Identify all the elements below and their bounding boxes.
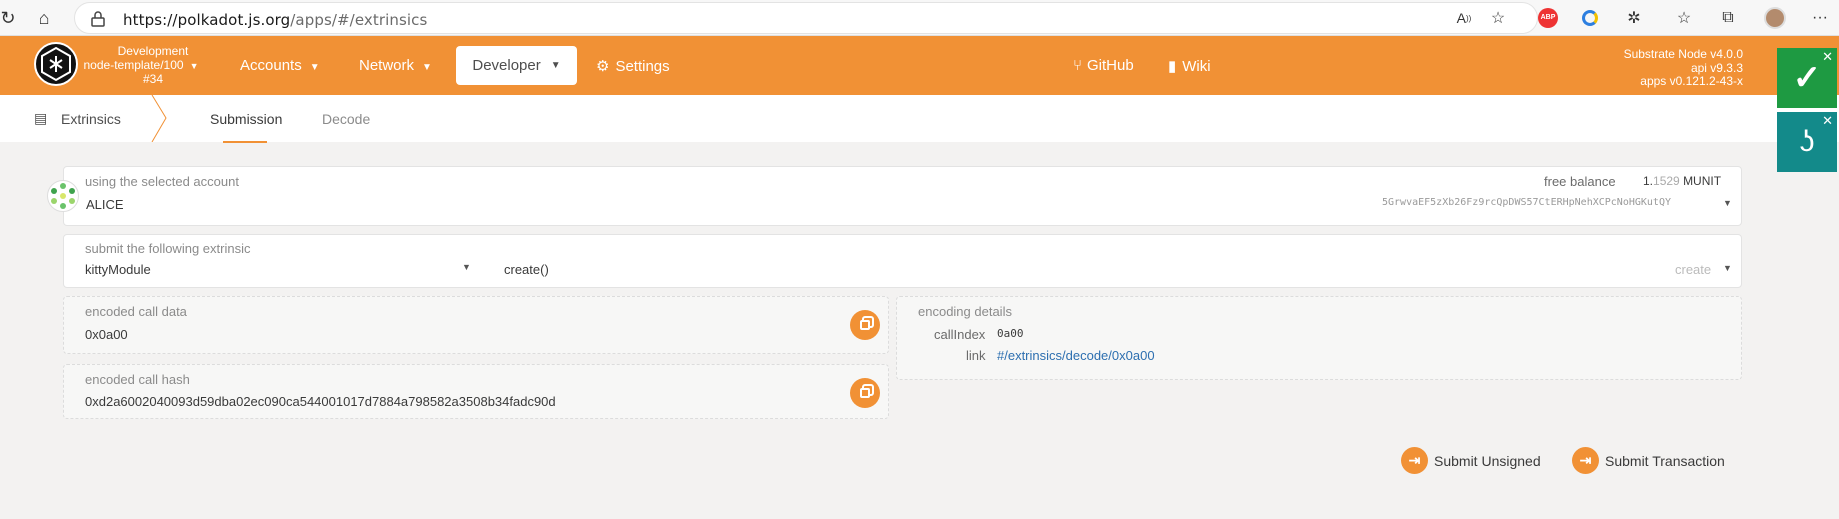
call-hash-label: encoded call hash (85, 372, 190, 387)
balance-unit: MUNIT (1683, 174, 1722, 188)
caret-down-icon: ▼ (1723, 198, 1732, 208)
version-node: Substrate Node v4.0.0 (1623, 47, 1743, 61)
balance-dec: 1529 (1653, 174, 1680, 188)
caret-down-icon: ▼ (309, 62, 320, 73)
nav-network-label: Network (359, 57, 415, 74)
method-name: create (1675, 262, 1712, 277)
account-identicon (47, 180, 79, 212)
version-apps: apps v0.121.2-43-x (1640, 74, 1743, 88)
refresh-icon[interactable]: ↻ (0, 4, 22, 32)
submit-unsigned-label: Submit Unsigned (1434, 452, 1541, 469)
breadcrumb-chevron (151, 95, 167, 142)
extrinsic-label: submit the following extrinsic (85, 241, 251, 256)
submit-transaction-label: Submit Transaction (1605, 452, 1725, 469)
call-index-value: 0a00 (997, 327, 1024, 340)
sub-navigation: ▤ Extrinsics Submission Decode (0, 95, 1839, 142)
nav-settings[interactable]: ⚙ Settings (596, 57, 670, 75)
tab-submission[interactable]: Submission (210, 111, 282, 127)
chain-name[interactable]: Development (88, 44, 218, 58)
encoded-call-hash: encoded call hash 0xd2a6002040093d59dba0… (63, 364, 889, 419)
close-icon[interactable]: ✕ (1822, 113, 1833, 129)
submit-unsigned-button[interactable]: ⇥ Submit Unsigned (1401, 447, 1541, 474)
decode-link[interactable]: #/extrinsics/decode/0x0a00 (997, 348, 1155, 363)
copy-call-hash-button[interactable] (850, 378, 880, 408)
url-text: https://polkadot.js.org/apps/#/extrinsic… (123, 11, 427, 29)
call-hash-value: 0xd2a6002040093d59dba02ec090ca544001017d… (85, 394, 556, 409)
sign-in-icon: ⇥ (1572, 447, 1599, 474)
balance-int: 1. (1643, 174, 1654, 188)
section-title: Extrinsics (61, 111, 121, 127)
call-index-label: callIndex (934, 327, 986, 342)
encoding-details-label: encoding details (918, 304, 1012, 319)
address-bar[interactable]: https://polkadot.js.org/apps/#/extrinsic… (74, 2, 1538, 34)
encoding-details: encoding details callIndex 0a00 link #/e… (896, 296, 1742, 380)
caret-down-icon[interactable]: ▼ (1723, 263, 1732, 273)
gear-icon: ⚙ (596, 58, 610, 75)
account-address: 5GrwvaEF5zXb26Fz9rcQpDWS57CtERHpNehXCPcN… (1382, 197, 1671, 208)
account-selector[interactable]: using the selected account ALICE free ba… (63, 166, 1742, 226)
copy-icon (860, 388, 870, 398)
nav-github-label: GitHub (1087, 57, 1134, 74)
call-select[interactable]: create() (504, 262, 549, 277)
free-balance-label: free balance (1544, 174, 1616, 189)
nav-wiki[interactable]: ▮ Wiki (1168, 57, 1211, 75)
chain-node[interactable]: node-template/100 ▼ (76, 58, 206, 72)
account-name: ALICE (86, 197, 124, 212)
copy-call-data-button[interactable] (850, 310, 880, 340)
branch-icon: ⑂ (1073, 57, 1083, 74)
abp-extension-icon[interactable]: ABP (1535, 5, 1561, 31)
caret-down-icon[interactable]: ▼ (462, 262, 471, 272)
puzzle-extensions-icon[interactable]: ✲ (1621, 5, 1647, 31)
call-data-value: 0x0a00 (85, 327, 128, 342)
active-tab-indicator (223, 141, 267, 143)
chain-logo[interactable] (34, 42, 78, 86)
lock-icon (91, 11, 105, 27)
extrinsic-selector: submit the following extrinsic kittyModu… (63, 234, 1742, 288)
collections-icon[interactable]: ⧉ (1715, 5, 1741, 31)
free-balance-value: 1.1529 MUNIT (1643, 174, 1721, 188)
caret-down-icon: ▼ (422, 62, 432, 73)
sign-in-icon: ⇥ (1401, 447, 1428, 474)
grammar-check-extension[interactable]: ✓ ✕ (1777, 48, 1837, 108)
abp-badge: ABP (1538, 8, 1558, 28)
nav-accounts-label: Accounts (240, 57, 302, 74)
close-icon[interactable]: ✕ (1822, 49, 1833, 65)
account-label: using the selected account (85, 174, 239, 189)
inbox-icon: ▤ (34, 110, 48, 126)
home-icon[interactable]: ⌂ (30, 4, 58, 32)
nav-wiki-label: Wiki (1182, 58, 1211, 75)
accessibility-extension[interactable]: ʖ ✕ (1777, 112, 1837, 172)
call-data-label: encoded call data (85, 304, 187, 319)
extension-icon[interactable] (1577, 5, 1603, 31)
copy-icon (860, 320, 870, 330)
chain-caret-icon: ▼ (189, 61, 199, 71)
read-aloud-icon[interactable]: A)) (1451, 5, 1477, 31)
more-menu-icon[interactable]: ··· (1807, 5, 1833, 31)
nav-accounts[interactable]: Accounts ▼ (240, 57, 320, 74)
caret-down-icon: ▼ (550, 60, 561, 71)
hearing-icon: ʖ (1799, 125, 1815, 158)
url-host: https://polkadot.js.org (123, 11, 291, 29)
chain-block: #34 (142, 72, 164, 86)
node-label: node-template/100 (83, 58, 184, 72)
tab-decode[interactable]: Decode (322, 111, 370, 127)
favorites-icon[interactable]: ☆ (1671, 5, 1697, 31)
nav-github[interactable]: ⑂ GitHub (1073, 57, 1134, 74)
nav-settings-label: Settings (615, 58, 670, 75)
checkmark-icon: ✓ (1792, 59, 1822, 97)
favorite-add-icon[interactable]: ☆ (1485, 5, 1511, 31)
version-api: api v9.3.3 (1690, 61, 1743, 75)
url-path: /apps/#/extrinsics (290, 11, 428, 29)
link-label: link (966, 348, 986, 363)
profile-avatar[interactable] (1762, 5, 1788, 31)
browser-toolbar: ↻ ⌂ https://polkadot.js.org/apps/#/extri… (0, 0, 1839, 36)
encoded-call-data: encoded call data 0x0a00 (63, 296, 889, 354)
book-icon: ▮ (1168, 58, 1177, 75)
module-select[interactable]: kittyModule (85, 262, 151, 277)
nav-network[interactable]: Network ▼ (359, 57, 432, 74)
logo-icon (41, 46, 71, 82)
submit-transaction-button[interactable]: ⇥ Submit Transaction (1572, 447, 1725, 474)
nav-developer-label: Developer (472, 57, 541, 74)
nav-developer[interactable]: Developer ▼ (456, 46, 577, 85)
